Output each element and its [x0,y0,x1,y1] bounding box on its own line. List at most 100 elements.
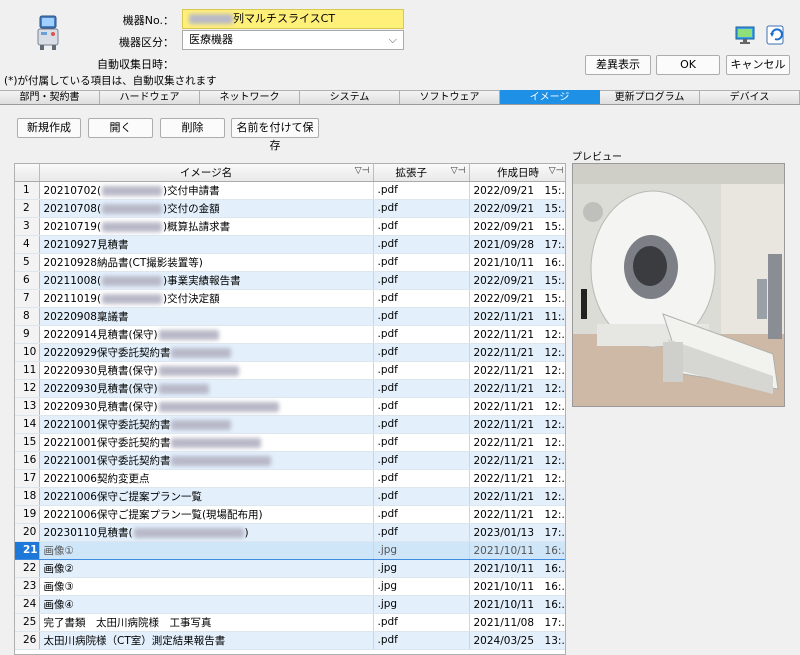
cell-image-name[interactable]: 20211008()事業実績報告書 [39,271,374,290]
cell-created-date[interactable]: 2021/11/08 17:… [469,613,565,632]
cell-extension[interactable]: .jpg [373,595,470,614]
tab-image[interactable]: イメージ [500,90,600,104]
cell-image-name[interactable]: 20220929保守委託契約書 [39,343,374,362]
cell-created-date[interactable]: 2022/11/21 12:… [469,433,565,452]
cell-image-name[interactable]: 20221001保守委託契約書 [39,451,374,470]
tab-network[interactable]: ネットワーク [200,90,300,104]
cell-extension[interactable]: .pdf [373,523,470,542]
column-header-extension[interactable]: 拡張子 ▽⊣ [373,164,470,182]
cell-extension[interactable]: .pdf [373,613,470,632]
table-row[interactable]: 6 20211008()事業実績報告書 .pdf 2022/09/21 15:… [15,271,565,290]
column-header-created[interactable]: 作成日時 ▽⊣ [469,164,565,182]
table-row[interactable]: 19 20221006保守ご提案プラン一覧(現場配布用) .pdf 2022/11/2… [15,505,565,524]
cell-image-name[interactable]: 20221001保守委託契約書 [39,433,374,452]
cell-image-name[interactable]: 20210928納品書(CT撮影装置等) [39,253,374,272]
tab-hardware[interactable]: ハードウェア [100,90,200,104]
cell-created-date[interactable]: 2021/10/11 16:… [469,253,565,272]
table-row[interactable]: 15 20221001保守委託契約書 .pdf 2022/11/21 12:… [15,433,565,452]
cell-extension[interactable]: .pdf [373,361,470,380]
tab-system[interactable]: システム [300,90,400,104]
cell-extension[interactable]: .jpg [373,559,470,578]
cell-extension[interactable]: .pdf [373,505,470,524]
cell-extension[interactable]: .pdf [373,415,470,434]
table-row[interactable]: 9 20220914見積書(保守) .pdf 2022/11/21 12:… [15,325,565,344]
monitor-icon[interactable] [734,24,758,46]
open-button[interactable]: 開く [88,118,153,138]
table-row[interactable]: 26 太田川病院様（CT室）測定結果報告書 .pdf 2024/03/25 13:… [15,631,565,650]
ok-button[interactable]: OK [656,55,720,75]
cell-created-date[interactable]: 2022/11/21 12:… [469,415,565,434]
filter-pin-icon[interactable]: ▽⊣ [355,166,370,176]
cell-image-name[interactable]: 20221006契約変更点 [39,469,374,488]
cell-image-name[interactable]: 20210927見積書 [39,235,374,254]
tab-update-program[interactable]: 更新プログラム [600,90,700,104]
cell-created-date[interactable]: 2023/01/13 17:… [469,523,565,542]
cell-created-date[interactable]: 2022/09/21 15:… [469,289,565,308]
table-row[interactable]: 23 画像③ .jpg 2021/10/11 16:… [15,577,565,596]
filter-pin-icon[interactable]: ▽⊣ [451,166,466,176]
cell-image-name[interactable]: 20220930見積書(保守) [39,361,374,380]
cell-created-date[interactable]: 2024/03/25 13:… [469,631,565,650]
cell-image-name[interactable]: 20210702()交付申請書 [39,181,374,200]
cell-extension[interactable]: .jpg [373,577,470,596]
table-row[interactable]: 10 20220929保守委託契約書 .pdf 2022/11/21 12:… [15,343,565,362]
cell-extension[interactable]: .pdf [373,433,470,452]
cell-created-date[interactable]: 2022/11/21 12:… [469,451,565,470]
table-row[interactable]: 12 20220930見積書(保守) .pdf 2022/11/21 12:… [15,379,565,398]
save-as-button[interactable]: 名前を付けて保存 [231,118,319,152]
cell-extension[interactable]: .pdf [373,379,470,398]
cell-extension[interactable]: .pdf [373,217,470,236]
table-row[interactable]: 1 20210702()交付申請書 .pdf 2022/09/21 15:… [15,181,565,200]
cell-extension[interactable]: .pdf [373,307,470,326]
cell-created-date[interactable]: 2022/11/21 12:… [469,361,565,380]
cell-extension[interactable]: .pdf [373,199,470,218]
cell-created-date[interactable]: 2022/09/21 15:… [469,181,565,200]
cell-image-name[interactable]: 完了書類 太田川病院様 工事写真 [39,613,374,632]
table-row[interactable]: 20 20230110見積書() .pdf 2023/01/13 17:… [15,523,565,542]
table-row[interactable]: 24 画像④ .jpg 2021/10/11 16:… [15,595,565,614]
cell-image-name[interactable]: 20220930見積書(保守) [39,397,374,416]
cell-image-name[interactable]: 画像③ [39,577,374,596]
cell-image-name[interactable]: 太田川病院様（CT室）測定結果報告書 [39,631,374,650]
table-row[interactable]: 2 20210708()交付の金額 .pdf 2022/09/21 15:… [15,199,565,218]
cell-extension[interactable]: .pdf [373,487,470,506]
new-button[interactable]: 新規作成 [17,118,81,138]
table-row[interactable]: 11 20220930見積書(保守) .pdf 2022/11/21 12:… [15,361,565,380]
cell-image-name[interactable]: 20221001保守委託契約書 [39,415,374,434]
table-row[interactable]: 21 画像① .jpg 2021/10/11 16:… [15,540,565,560]
cell-extension[interactable]: .pdf [373,289,470,308]
cell-created-date[interactable]: 2021/10/11 16:… [469,559,565,578]
cell-created-date[interactable]: 2021/09/28 17:… [469,235,565,254]
column-header-image-name[interactable]: イメージ名 ▽⊣ [39,164,374,182]
table-row[interactable]: 13 20220930見積書(保守) .pdf 2022/11/21 12:… [15,397,565,416]
tab-software[interactable]: ソフトウェア [400,90,500,104]
cancel-button[interactable]: キャンセル [726,55,790,75]
cell-extension[interactable]: .pdf [373,181,470,200]
cell-image-name[interactable]: 20220930見積書(保守) [39,379,374,398]
cell-created-date[interactable]: 2022/09/21 15:… [469,217,565,236]
cell-extension[interactable]: .pdf [373,631,470,650]
cell-created-date[interactable]: 2021/10/11 16:… [469,577,565,596]
table-row[interactable]: 5 20210928納品書(CT撮影装置等) .pdf 2021/10/11 16:… [15,253,565,272]
cell-image-name[interactable]: 20230110見積書() [39,523,374,542]
cell-created-date[interactable]: 2022/11/21 12:… [469,469,565,488]
cell-image-name[interactable]: 画像② [39,559,374,578]
table-row[interactable]: 22 画像② .jpg 2021/10/11 16:… [15,559,565,578]
kiki-no-field[interactable]: 列マルチスライスCT [182,9,404,29]
cell-extension[interactable]: .pdf [373,271,470,290]
cell-created-date[interactable]: 2022/09/21 15:… [469,199,565,218]
table-row[interactable]: 25 完了書類 太田川病院様 工事写真 .pdf 2021/11/08 17:… [15,613,565,632]
cell-image-name[interactable]: 20210719()概算払請求書 [39,217,374,236]
tab-department-contract[interactable]: 部門・契約書 [0,90,100,104]
cell-image-name[interactable]: 20211019()交付決定額 [39,289,374,308]
cell-image-name[interactable]: 20221006保守ご提案プラン一覧 [39,487,374,506]
cell-image-name[interactable]: 画像④ [39,595,374,614]
cell-extension[interactable]: .pdf [373,253,470,272]
cell-created-date[interactable]: 2022/11/21 11:… [469,307,565,326]
table-row[interactable]: 8 20220908稟議書 .pdf 2022/11/21 11:… [15,307,565,326]
kiki-kubun-select[interactable]: 医療機器 ⌵ [182,30,404,50]
table-row[interactable]: 17 20221006契約変更点 .pdf 2022/11/21 12:… [15,469,565,488]
cell-created-date[interactable]: 2022/11/21 12:… [469,397,565,416]
cell-created-date[interactable]: 2021/10/11 16:… [469,595,565,614]
cell-created-date[interactable]: 2021/10/11 16:… [469,540,565,560]
